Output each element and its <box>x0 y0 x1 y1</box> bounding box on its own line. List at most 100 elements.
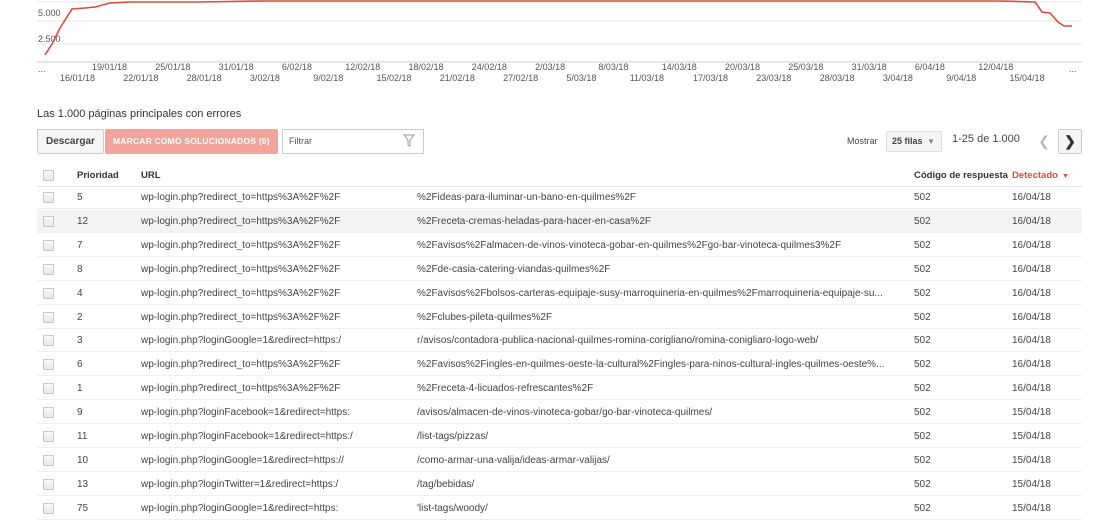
sort-desc-icon: ▼ <box>1061 173 1069 180</box>
header-detected[interactable]: Detectado ▼ <box>1012 170 1082 181</box>
row-url-prefix[interactable]: wp-login.php?redirect_to=https%3A%2F%2F <box>141 192 411 203</box>
row-detected-date: 15/04/18 <box>1012 407 1051 419</box>
row-url-path[interactable]: %2Fideas-para-iluminar-un-bano-en-quilme… <box>417 192 909 203</box>
x-tick-label: 12/04/18 <box>978 62 1013 72</box>
row-checkbox[interactable] <box>43 454 54 466</box>
download-button[interactable]: Descargar <box>37 129 104 154</box>
table-row[interactable]: 7 wp-login.php?redirect_to=https%3A%2F%2F… <box>37 234 1082 257</box>
row-response-code: 502 <box>914 407 931 419</box>
x-tick-label: 28/01/18 <box>187 73 222 83</box>
row-url-path[interactable]: 'list-tags/woody/ <box>417 503 909 514</box>
x-tick-label: 5/03/18 <box>566 73 596 83</box>
row-url-prefix[interactable]: wp-login.php?redirect_to=https%3A%2F%2F <box>141 359 411 370</box>
header-response-code[interactable]: Código de respuesta <box>914 170 1014 181</box>
row-url-prefix[interactable]: wp-login.php?loginFacebook=1&redirect=ht… <box>141 431 411 442</box>
x-tick-label: 27/02/18 <box>503 73 538 83</box>
row-url-path[interactable]: %2Freceta-4-licuados-refrescantes%2F <box>417 383 909 394</box>
table-row[interactable]: 10 wp-login.php?loginGoogle=1&redirect=ht… <box>37 449 1082 472</box>
x-tick-label: 18/02/18 <box>409 62 444 72</box>
row-url-prefix[interactable]: wp-login.php?redirect_to=https%3A%2F%2F <box>141 264 411 275</box>
row-url-prefix[interactable]: wp-login.php?redirect_to=https%3A%2F%2F <box>141 383 411 394</box>
row-url-path[interactable]: /tag/bebidas/ <box>417 479 909 490</box>
row-url-path[interactable]: %2Favisos%2Falmacen-de-vinos-vinoteca-go… <box>417 240 909 251</box>
row-checkbox[interactable] <box>43 287 54 299</box>
table-row[interactable]: 6 wp-login.php?redirect_to=https%3A%2F%2F… <box>37 353 1082 377</box>
filter-funnel-icon[interactable] <box>403 134 415 147</box>
row-url-path[interactable]: r/avisos/contadora-publica-nacional-quil… <box>417 335 909 346</box>
row-priority: 4 <box>77 287 83 299</box>
row-url-prefix[interactable]: wp-login.php?loginGoogle=1&redirect=http… <box>141 503 411 514</box>
filter-placeholder: Filtrar <box>289 136 312 146</box>
row-checkbox[interactable] <box>43 478 54 490</box>
header-priority[interactable]: Prioridad <box>77 170 127 181</box>
row-detected-date: 16/04/18 <box>1012 215 1051 227</box>
x-tick-label: 12/02/18 <box>345 62 380 72</box>
select-all-checkbox[interactable] <box>43 170 54 181</box>
x-tick-label: 3/04/18 <box>883 73 913 83</box>
row-url-prefix[interactable]: wp-login.php?redirect_to=https%3A%2F%2F <box>141 312 411 323</box>
table-row[interactable]: 2 wp-login.php?redirect_to=https%3A%2F%2F… <box>37 306 1082 329</box>
table-row[interactable]: 4 wp-login.php?redirect_to=https%3A%2F%2F… <box>37 282 1082 305</box>
row-detected-date: 16/04/18 <box>1012 383 1051 395</box>
table-header: Prioridad URL Código de respuesta Detect… <box>37 164 1082 187</box>
row-checkbox[interactable] <box>43 215 54 227</box>
row-checkbox[interactable] <box>43 383 54 395</box>
row-url-prefix[interactable]: wp-login.php?loginFacebook=1&redirect=ht… <box>141 407 411 418</box>
table-row[interactable]: 5 wp-login.php?redirect_to=https%3A%2F%2F… <box>37 186 1082 209</box>
row-checkbox[interactable] <box>43 407 54 419</box>
rows-per-page-select[interactable]: 25 filas ▼ <box>886 131 942 152</box>
row-url-path[interactable]: %2Favisos%2Fbolsos-carteras-equipaje-sus… <box>417 288 909 299</box>
row-url-path[interactable]: /avisos/almacen-de-vinos-vinoteca-gobar/… <box>417 407 909 418</box>
row-detected-date: 15/04/18 <box>1012 478 1051 490</box>
row-detected-date: 16/04/18 <box>1012 192 1051 203</box>
row-url-prefix[interactable]: wp-login.php?loginGoogle=1&redirect=http… <box>141 335 411 346</box>
row-url-path[interactable]: %2Freceta-cremas-heladas-para-hacer-en-c… <box>417 216 909 227</box>
row-checkbox[interactable] <box>43 502 54 514</box>
row-url-path[interactable]: %2Fde-casia-catering-viandas-quilmes%2F <box>417 264 909 275</box>
mark-fixed-button[interactable]: MARCAR COMO SOLUCIONADOS (0) <box>105 129 278 154</box>
row-checkbox[interactable] <box>43 263 54 275</box>
table-row[interactable]: 11 wp-login.php?loginFacebook=1&redirect=… <box>37 425 1082 448</box>
row-url-prefix[interactable]: wp-login.php?redirect_to=https%3A%2F%2F <box>141 240 411 251</box>
row-url-prefix[interactable]: wp-login.php?redirect_to=https%3A%2F%2F <box>141 216 411 227</box>
row-url-prefix[interactable]: wp-login.php?loginGoogle=1&redirect=http… <box>141 455 411 466</box>
row-response-code: 502 <box>914 431 931 442</box>
x-tick-label: 24/02/18 <box>472 62 507 72</box>
filter-input[interactable]: Filtrar <box>282 129 424 154</box>
header-url[interactable]: URL <box>141 170 411 181</box>
table-row[interactable]: 12 wp-login.php?redirect_to=https%3A%2F%2… <box>37 209 1082 233</box>
row-url-prefix[interactable]: wp-login.php?redirect_to=https%3A%2F%2F <box>141 288 411 299</box>
chevron-right-icon[interactable]: ❯ <box>1058 129 1082 154</box>
row-response-code: 502 <box>914 287 931 299</box>
row-priority: 11 <box>77 431 88 442</box>
row-checkbox[interactable] <box>43 335 54 347</box>
x-tick-label: 15/02/18 <box>377 73 412 83</box>
row-checkbox[interactable] <box>43 311 54 323</box>
row-detected-date: 16/04/18 <box>1012 311 1051 323</box>
y-tick-5000: 5.000 <box>38 8 61 18</box>
show-rows-label: Mostrar <box>847 136 878 146</box>
table-row[interactable]: 13 wp-login.php?loginTwitter=1&redirect=h… <box>37 473 1082 496</box>
table-row[interactable]: 8 wp-login.php?redirect_to=https%3A%2F%2F… <box>37 258 1082 281</box>
row-checkbox[interactable] <box>43 359 54 371</box>
row-url-path[interactable]: %2Favisos%2Fingles-en-quilmes-oeste-la-c… <box>417 359 909 370</box>
row-detected-date: 16/04/18 <box>1012 239 1051 251</box>
row-checkbox[interactable] <box>43 192 54 203</box>
row-checkbox[interactable] <box>43 431 54 442</box>
row-checkbox[interactable] <box>43 239 54 251</box>
table-row[interactable]: 3 wp-login.php?loginGoogle=1&redirect=htt… <box>37 329 1082 353</box>
x-tick-label: 9/02/18 <box>313 73 343 83</box>
row-url-prefix[interactable]: wp-login.php?loginTwitter=1&redirect=htt… <box>141 479 411 490</box>
chevron-left-icon[interactable]: ❮ <box>1032 129 1056 154</box>
table-row[interactable]: 1 wp-login.php?redirect_to=https%3A%2F%2F… <box>37 377 1082 401</box>
table-row[interactable]: 9 wp-login.php?loginFacebook=1&redirect=h… <box>37 401 1082 425</box>
row-url-path[interactable]: /como-armar-una-valija/ideas-armar-valij… <box>417 455 909 466</box>
table-row[interactable]: 75 wp-login.php?loginGoogle=1&redirect=ht… <box>37 497 1082 520</box>
row-priority: 12 <box>77 215 89 227</box>
chart-grid <box>37 1 1082 63</box>
row-url-path[interactable]: /list-tags/pizzas/ <box>417 431 909 442</box>
row-response-code: 502 <box>914 478 931 490</box>
page-range: 1-25 de 1.000 <box>952 133 1020 145</box>
row-url-path[interactable]: %2Fclubes-pileta-quilmes%2F <box>417 312 909 323</box>
row-detected-date: 16/04/18 <box>1012 263 1051 275</box>
